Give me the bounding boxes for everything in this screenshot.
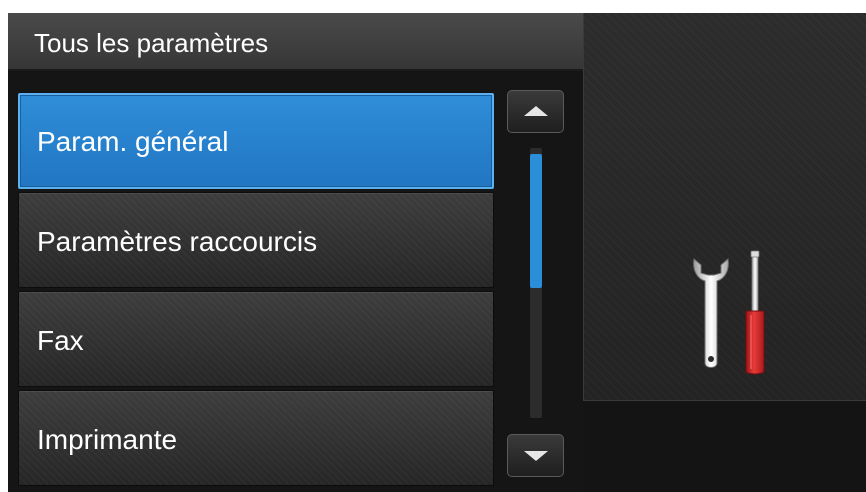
scrollbar-thumb[interactable]: [530, 154, 542, 288]
menu-item-fax[interactable]: Fax: [18, 291, 494, 387]
menu-item-label: Paramètres raccourcis: [37, 226, 318, 257]
menu-item-label: Param. général: [37, 126, 229, 157]
preview-footer: [583, 400, 866, 492]
triangle-up-icon: [524, 106, 548, 116]
preview-panel: [583, 13, 866, 492]
menu-item-label: Fax: [37, 325, 84, 356]
page-title: Tous les paramètres: [34, 28, 269, 58]
settings-list-panel: Tous les paramètres Param. général Param…: [8, 13, 583, 492]
scrollbar-track[interactable]: [530, 148, 542, 418]
title-bar: Tous les paramètres: [8, 13, 583, 71]
wrench-screwdriver-icon: [693, 250, 765, 375]
scroll-up-button[interactable]: [507, 90, 564, 133]
triangle-down-icon: [524, 451, 548, 461]
scroll-down-button[interactable]: [507, 434, 564, 477]
menu-item-parametres-raccourcis[interactable]: Paramètres raccourcis: [18, 192, 494, 288]
menu-item-param-general[interactable]: Param. général: [18, 93, 494, 189]
settings-icon-panel: [583, 13, 866, 400]
settings-screen: Tous les paramètres Param. général Param…: [8, 13, 866, 492]
menu-item-label: Imprimante: [37, 424, 178, 455]
menu-item-imprimante[interactable]: Imprimante: [18, 390, 494, 486]
